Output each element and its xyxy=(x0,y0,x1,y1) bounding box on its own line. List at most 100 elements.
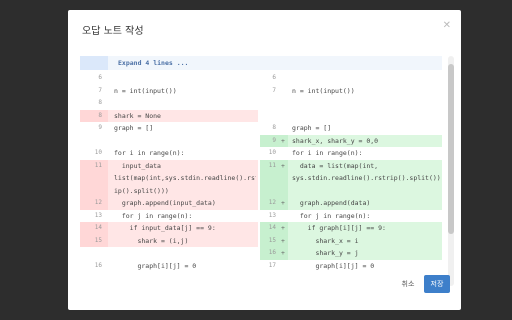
left-code-text: shark = None xyxy=(114,111,161,120)
right-code-cell xyxy=(288,72,442,85)
left-code-cell: graph.append(input_data) xyxy=(108,197,258,210)
left-line-gutter: 16 xyxy=(80,260,108,273)
diff-row: 8 shark = None xyxy=(80,109,442,123)
left-line-gutter: 6 xyxy=(80,72,108,85)
left-line-gutter: 8 xyxy=(80,97,108,110)
right-code-text: sys.stdin.readline().rstrip().split())) xyxy=(292,174,440,182)
left-line-gutter xyxy=(80,272,108,285)
left-line-number: 12 xyxy=(94,199,102,206)
left-line-number: 6 xyxy=(98,74,102,81)
left-code-text: graph[i][j] = 0 xyxy=(114,261,197,270)
left-code-text: for i in range(n): xyxy=(114,149,185,157)
cancel-button[interactable]: 취소 xyxy=(395,275,421,293)
expand-lines-row[interactable]: Expand 4 lines ... xyxy=(80,56,442,70)
right-line-number: 12 xyxy=(268,199,276,206)
left-code-text: for j in range(n): xyxy=(114,211,193,220)
diff-row: 15 shark = (i,j) 15 + shark_x = i xyxy=(80,234,442,247)
left-code-cell: for i in range(n): xyxy=(108,147,258,160)
diff-row: 13 for j in range(n): 13 for j in range(n… xyxy=(80,210,442,223)
right-code-cell: for i in range(n): xyxy=(288,147,442,160)
left-line-gutter xyxy=(80,247,108,260)
left-code-cell: shark = (i,j) xyxy=(108,234,258,247)
left-line-number: 8 xyxy=(98,99,102,106)
right-line-gutter: 12 + xyxy=(260,197,288,210)
right-line-gutter: 16 + xyxy=(260,247,288,260)
right-code-cell: graph = [] xyxy=(288,122,442,135)
diff-row: 14 if input_data[j] == 9: 14 + if graph[i]… xyxy=(80,222,442,235)
scrollbar-thumb[interactable] xyxy=(448,64,454,234)
right-code-cell: n = int(input()) xyxy=(288,85,442,98)
right-code-text: data = list(map(int, xyxy=(292,161,379,170)
left-code-cell xyxy=(108,72,258,85)
right-line-number: 8 xyxy=(272,124,276,131)
diff-add-marker: + xyxy=(281,249,285,257)
diff-add-marker: + xyxy=(281,199,285,207)
right-line-gutter xyxy=(260,97,288,110)
left-code-cell: ip().split())) xyxy=(108,184,258,197)
left-line-gutter: 12 xyxy=(80,197,108,210)
right-code-text: graph = [] xyxy=(292,124,332,132)
left-code-cell: graph = [] xyxy=(108,122,258,135)
right-code-text: for j in range(n): xyxy=(292,211,371,220)
left-code-text: n = int(input()) xyxy=(114,86,177,95)
left-line-gutter: 8 xyxy=(80,109,108,122)
diff-add-marker: + xyxy=(281,224,285,232)
right-line-gutter xyxy=(260,172,288,185)
right-code-cell: shark_y = j xyxy=(288,247,442,260)
left-line-number: 14 xyxy=(94,224,102,231)
right-code-cell xyxy=(288,110,442,123)
left-code-cell: for j in range(n): xyxy=(108,210,258,223)
diff-row: 66 xyxy=(80,72,442,85)
code-diff-viewer: Expand 4 lines ... 667n = int(input()) 7 n… xyxy=(80,56,442,286)
right-line-number: 11 xyxy=(268,161,276,169)
close-icon[interactable]: ✕ xyxy=(443,20,451,31)
left-line-gutter: 11 xyxy=(80,159,108,172)
left-line-gutter xyxy=(80,135,108,148)
left-code-cell: if input_data[j] == 9: xyxy=(108,222,258,235)
right-line-gutter: 14 + xyxy=(260,222,288,235)
left-line-gutter: 14 xyxy=(80,222,108,235)
right-code-text: graph.append(data) xyxy=(292,199,371,207)
diff-row: 16 graph[i][j] = 0 17 graph[i][j] = 0 xyxy=(80,260,442,273)
right-line-gutter: 10 xyxy=(260,147,288,160)
right-code-cell: sys.stdin.readline().rstrip().split())) xyxy=(288,172,442,185)
right-line-number: 16 xyxy=(268,249,276,256)
diff-add-marker: + xyxy=(281,236,285,245)
left-line-number: 13 xyxy=(94,211,102,219)
left-code-cell: shark = None xyxy=(108,109,258,122)
expand-lines-link[interactable]: Expand 4 lines ... xyxy=(118,59,188,67)
left-code-cell xyxy=(108,97,258,110)
right-line-number: 9 xyxy=(272,136,276,144)
left-code-cell: graph[i][j] = 0 xyxy=(108,260,258,273)
left-code-text: graph.append(input_data) xyxy=(114,199,216,207)
right-line-number: 7 xyxy=(272,86,276,94)
left-line-gutter: 9 xyxy=(80,122,108,135)
left-line-number: 16 xyxy=(94,261,102,269)
right-line-number: 6 xyxy=(272,74,276,81)
right-code-cell xyxy=(288,97,442,110)
right-line-gutter: 13 xyxy=(260,210,288,223)
right-line-number: 10 xyxy=(268,149,276,156)
left-line-gutter: 13 xyxy=(80,210,108,223)
save-button[interactable]: 저장 xyxy=(424,275,450,293)
right-line-number: 13 xyxy=(268,211,276,219)
right-code-cell: graph.append(data) xyxy=(288,197,442,210)
right-code-text: shark_x, shark_y = 0,0 xyxy=(292,136,379,145)
diff-row: 8 xyxy=(80,97,442,110)
left-code-cell: n = int(input()) xyxy=(108,85,258,98)
right-code-cell: for j in range(n): xyxy=(288,210,442,223)
right-line-gutter xyxy=(260,184,288,197)
diff-row: 11 input_data 11 + data = list(map(int, xyxy=(80,159,442,172)
right-line-number: 14 xyxy=(268,224,276,231)
right-line-number: 17 xyxy=(268,261,276,269)
left-line-gutter xyxy=(80,172,108,185)
left-line-number: 11 xyxy=(94,161,102,169)
left-code-text: if input_data[j] == 9: xyxy=(114,224,216,232)
left-line-number: 8 xyxy=(98,111,102,119)
right-code-text: graph[i][j] = 0 xyxy=(292,261,375,270)
right-line-number: 15 xyxy=(268,236,276,244)
left-code-text: list(map(int,sys.stdin.readline().rstr xyxy=(114,174,256,182)
diff-scrollbar[interactable] xyxy=(448,56,454,286)
right-code-text: if graph[i][j] == 9: xyxy=(292,224,386,232)
right-line-gutter xyxy=(260,272,288,285)
